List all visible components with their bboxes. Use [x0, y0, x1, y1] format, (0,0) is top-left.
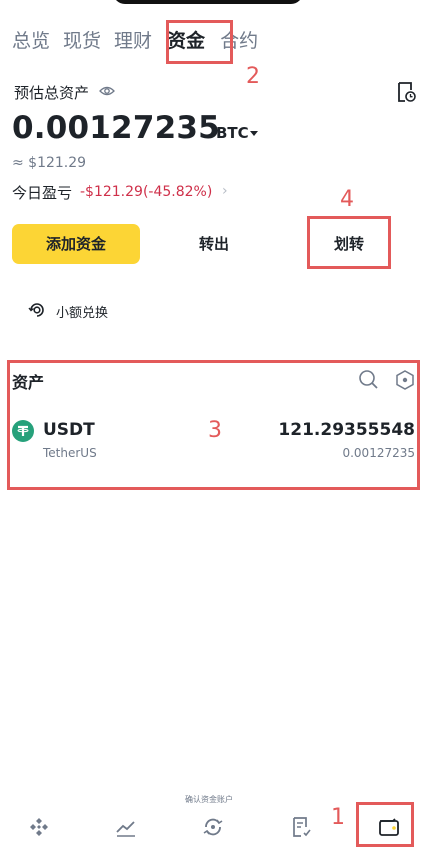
pnl-value[interactable]: -$121.29(-45.82%)	[80, 184, 212, 200]
annotation-box-2	[166, 20, 233, 64]
total-balance-value: 0.00127235	[12, 110, 220, 146]
home-icon[interactable]	[27, 815, 51, 839]
eye-icon[interactable]	[99, 84, 115, 98]
withdraw-button[interactable]: 转出	[150, 224, 278, 264]
trade-icon[interactable]	[201, 815, 225, 839]
annotation-number-4: 4	[340, 187, 354, 212]
small-swap-link[interactable]: 小额兑换	[56, 302, 108, 321]
small-swap-icon	[28, 303, 44, 317]
annotation-number-3: 3	[208, 418, 222, 443]
chevron-right-icon[interactable]: ›	[222, 183, 228, 199]
pnl-label: 今日盈亏	[12, 184, 73, 202]
add-funds-button[interactable]: 添加资金	[12, 224, 140, 264]
markets-icon[interactable]	[114, 815, 138, 839]
chevron-down-icon[interactable]	[250, 131, 258, 136]
annotation-box-4	[307, 216, 391, 269]
tab-earn[interactable]: 理财	[114, 28, 152, 54]
annotation-number-1: 1	[331, 805, 345, 830]
status-notch	[113, 0, 303, 4]
history-icon[interactable]	[396, 81, 416, 103]
orders-icon[interactable]	[289, 815, 313, 839]
balance-unit-selector[interactable]: BTC	[216, 124, 249, 142]
tab-overview[interactable]: 总览	[12, 28, 50, 54]
annotation-box-1	[356, 802, 414, 847]
tab-spot[interactable]: 现货	[63, 28, 101, 54]
balance-fiat-value: ≈ $121.29	[12, 155, 87, 171]
estimated-balance-label: 预估总资产	[14, 84, 90, 102]
annotation-number-2: 2	[246, 64, 260, 89]
bottom-overlay-text: 确认资金账户	[185, 795, 233, 804]
